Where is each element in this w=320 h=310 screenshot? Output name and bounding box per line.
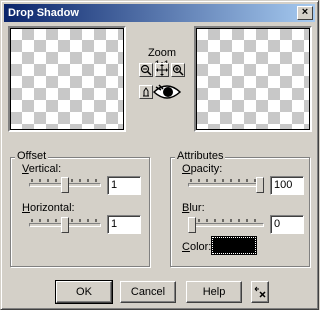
blur-slider-thumb[interactable] (188, 217, 196, 233)
blur-label: Blur: (182, 202, 205, 214)
cancel-button[interactable]: Cancel (120, 281, 176, 303)
zoom-out-icon (140, 64, 152, 76)
reset-button[interactable] (251, 281, 269, 303)
zoom-in-icon (172, 64, 184, 76)
opacity-slider-track[interactable] (188, 183, 264, 187)
window-title: Drop Shadow (8, 7, 79, 19)
opacity-slider-thumb[interactable] (256, 177, 264, 193)
horizontal-slider-thumb[interactable] (61, 217, 69, 233)
drop-shadow-dialog: Drop Shadow × Zoom 1:1 Offset Vertical: … (0, 0, 319, 310)
eye-icon[interactable] (153, 83, 181, 101)
zoom-out-button[interactable] (139, 63, 153, 77)
title-bar[interactable]: Drop Shadow × (4, 4, 315, 22)
reset-icon (254, 286, 266, 298)
opacity-label: Opacity: (182, 163, 223, 175)
vertical-slider-thumb[interactable] (61, 177, 69, 193)
color-label: Color: (182, 241, 212, 253)
proof-icon (143, 87, 149, 97)
vertical-label: Vertical: (22, 163, 62, 175)
vertical-input[interactable]: 1 (107, 176, 141, 195)
blur-slider-ticks (190, 219, 256, 222)
horizontal-label: Horizontal: (22, 202, 75, 214)
after-preview[interactable] (194, 26, 312, 132)
horizontal-input[interactable]: 1 (107, 215, 141, 234)
attributes-group-title: Attributes (175, 150, 226, 162)
proof-button[interactable] (139, 85, 153, 99)
opacity-input[interactable]: 100 (270, 176, 304, 195)
close-icon: × (301, 6, 309, 18)
pan-button[interactable] (155, 63, 169, 77)
offset-group-title: Offset (15, 150, 49, 162)
zoom-in-button[interactable] (171, 63, 185, 77)
help-button[interactable]: Help (186, 281, 242, 303)
color-swatch[interactable] (211, 236, 257, 255)
before-preview[interactable] (8, 26, 126, 132)
ok-button[interactable]: OK (55, 280, 113, 304)
close-button[interactable]: × (297, 6, 313, 20)
blur-slider-track[interactable] (188, 223, 264, 227)
pan-icon (156, 64, 168, 76)
blur-input[interactable]: 0 (270, 215, 304, 234)
opacity-slider-ticks (190, 179, 256, 182)
